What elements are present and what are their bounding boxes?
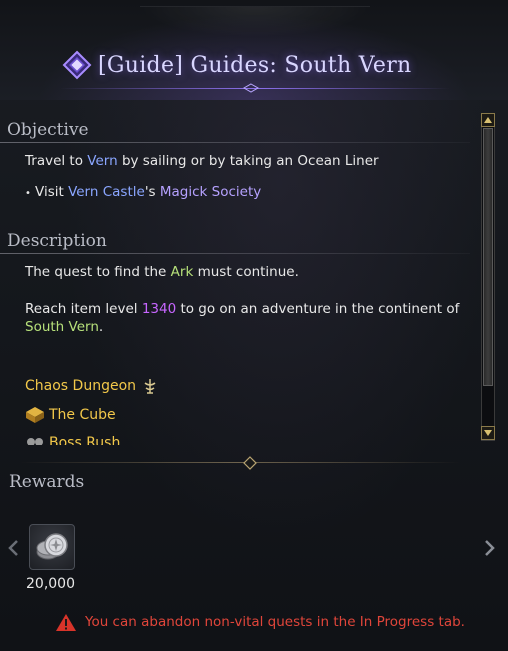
quest-title: [Guide] Guides: South Vern (98, 52, 412, 78)
bullet-icon: • (25, 188, 31, 199)
description-text: The quest to find the (25, 264, 171, 280)
objective-line-2: Visit Vern Castle's Magick Society (35, 184, 261, 200)
warning-text: You can abandon non-vital quests in the … (85, 614, 465, 630)
objective-place-vern[interactable]: Vern (87, 153, 117, 169)
quest-title-row: [Guide] Guides: South Vern (62, 48, 411, 82)
description-ark: Ark (170, 264, 194, 280)
description-para-1: The quest to find the Ark must continue. (25, 264, 299, 280)
unlock-label: Boss Rush (49, 435, 121, 445)
unlock-the-cube[interactable]: The Cube (25, 406, 116, 424)
objective-text: 's (144, 184, 160, 200)
chaos-dungeon-icon (140, 377, 160, 395)
objective-line-1: Travel to Vern by sailing or by taking a… (25, 153, 379, 169)
unlock-label: The Cube (49, 407, 116, 423)
diamond-ornament-icon (243, 456, 257, 470)
unlock-chaos-dungeon[interactable]: Chaos Dungeon (25, 377, 164, 395)
objective-org-magick-society[interactable]: Magick Society (160, 184, 261, 200)
unlock-label: Chaos Dungeon (25, 378, 137, 394)
objective-text: Travel to (25, 153, 88, 169)
guide-diamond-icon (62, 50, 92, 80)
triangle-up-icon (484, 117, 492, 123)
description-heading: Description (7, 231, 107, 251)
warning-triangle-icon (55, 612, 79, 632)
objective-place-vern-castle[interactable]: Vern Castle (68, 184, 145, 200)
reward-item-silver[interactable] (29, 524, 75, 570)
objective-heading: Objective (7, 120, 89, 140)
unlock-boss-rush[interactable]: Boss Rush (25, 434, 120, 445)
triangle-down-icon (484, 430, 492, 436)
objective-rule (0, 142, 470, 143)
abandon-warning: You can abandon non-vital quests in the … (55, 612, 465, 632)
description-text: to go on an adventure in the continent o… (176, 301, 460, 317)
boss-rush-icon (25, 434, 45, 445)
scroll-thumb[interactable] (483, 128, 493, 386)
description-rule (0, 253, 470, 254)
quest-header: [Guide] Guides: South Vern (0, 0, 508, 100)
cube-icon (25, 406, 45, 424)
description-text: Reach item level (25, 301, 142, 317)
scroll-down-button[interactable] (481, 426, 495, 440)
description-para-2: Reach item level 1340 to go on an advent… (25, 301, 459, 317)
silver-coins-icon (36, 533, 68, 560)
description-para-2-cont: South Vern. (25, 319, 103, 335)
rewards-divider (20, 462, 460, 463)
description-item-level: 1340 (141, 301, 177, 317)
objective-text: Visit (35, 184, 69, 200)
description-text: must continue. (193, 264, 299, 280)
quest-details-panel[interactable]: Objective Travel to Vern by sailing or b… (0, 110, 480, 445)
rewards-next-button[interactable] (481, 536, 499, 560)
chevron-right-icon (485, 540, 495, 556)
objective-text: by sailing or by taking an Ocean Liner (117, 153, 379, 169)
description-text: . (98, 319, 104, 335)
header-ornament-top (140, 6, 370, 37)
rewards-prev-button[interactable] (4, 536, 22, 560)
scroll-up-button[interactable] (481, 113, 495, 127)
rewards-heading: Rewards (9, 472, 85, 492)
header-ornament-icon (242, 83, 260, 93)
chevron-left-icon (8, 540, 18, 556)
description-south-vern: South Vern (25, 319, 99, 335)
reward-quantity: 20,000 (26, 576, 75, 592)
